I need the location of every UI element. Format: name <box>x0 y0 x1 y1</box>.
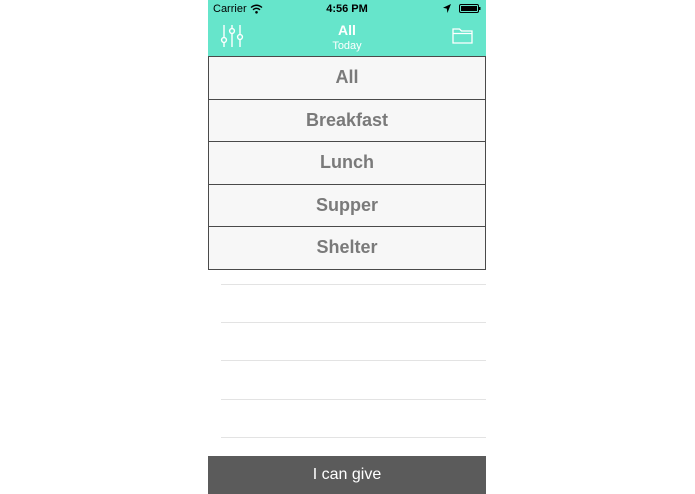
i-can-give-button[interactable]: I can give <box>208 456 486 494</box>
header: Carrier 4:56 PM All Today <box>208 0 486 56</box>
list-separator <box>221 437 486 438</box>
list-separator <box>221 399 486 400</box>
page-subtitle: Today <box>332 40 362 52</box>
menu-item-breakfast[interactable]: Breakfast <box>208 98 486 142</box>
menu-item-supper[interactable]: Supper <box>208 183 486 227</box>
status-indicators <box>443 4 481 13</box>
menu-item-lunch[interactable]: Lunch <box>208 141 486 185</box>
status-bar: Carrier 4:56 PM <box>208 0 486 18</box>
list-separator <box>221 322 486 323</box>
page-title: All <box>338 22 356 38</box>
list-separator <box>221 284 486 285</box>
location-arrow-icon <box>443 4 451 13</box>
battery-icon <box>459 4 481 13</box>
folder-icon[interactable] <box>452 27 473 44</box>
category-menu: All Breakfast Lunch Supper Shelter <box>208 56 486 270</box>
menu-item-all[interactable]: All <box>208 56 486 100</box>
app-screen: Carrier 4:56 PM All Today All Breakfast … <box>208 0 486 494</box>
list-separator <box>221 360 486 361</box>
menu-item-shelter[interactable]: Shelter <box>208 226 486 270</box>
